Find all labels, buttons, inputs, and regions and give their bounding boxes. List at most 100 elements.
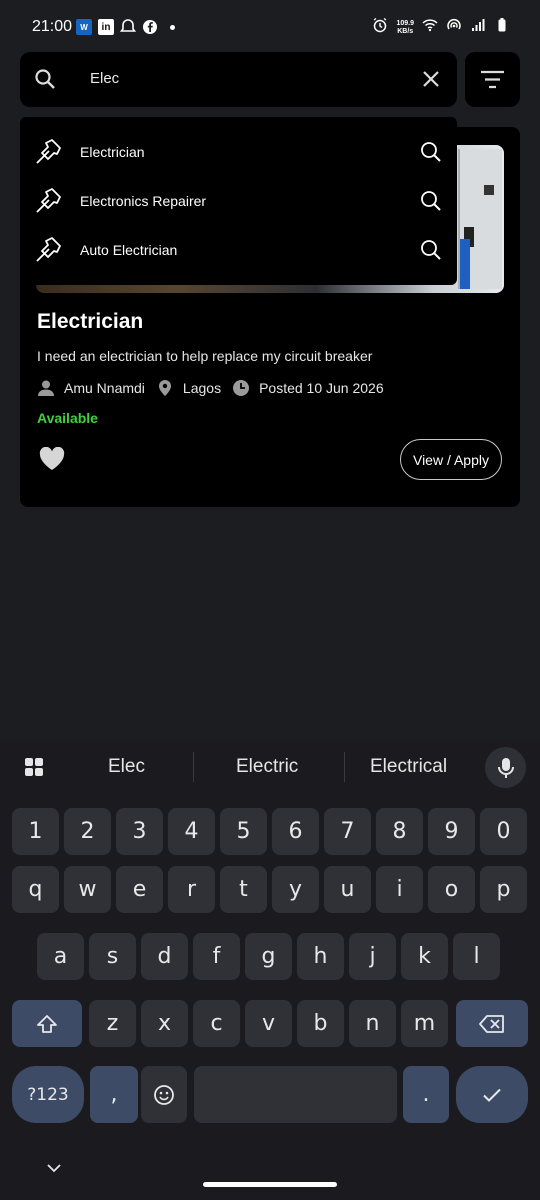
emoji-key[interactable] (141, 1066, 187, 1123)
key-l[interactable]: l (453, 933, 500, 980)
emoji-icon (154, 1084, 174, 1105)
key-d[interactable]: d (141, 933, 188, 980)
home-indicator[interactable] (203, 1182, 337, 1187)
filter-icon (481, 70, 504, 89)
person-icon (38, 380, 54, 396)
key-6[interactable]: 6 (272, 808, 319, 855)
heart-icon[interactable] (39, 447, 65, 471)
key-e[interactable]: e (116, 866, 163, 913)
symbols-key[interactable]: ?123 (12, 1066, 84, 1123)
checkmark-icon (483, 1088, 501, 1102)
key-v[interactable]: v (245, 1000, 292, 1047)
key-s[interactable]: s (89, 933, 136, 980)
search-icon[interactable] (420, 141, 442, 163)
suggestion-item[interactable]: Auto Electrician (20, 226, 457, 275)
microphone-icon (497, 757, 514, 778)
key-f[interactable]: f (193, 933, 240, 980)
key-3[interactable]: 3 (116, 808, 163, 855)
location-pin-icon (158, 380, 171, 396)
hotspot-icon (446, 17, 462, 38)
space-key[interactable] (194, 1066, 397, 1123)
key-7[interactable]: 7 (324, 808, 371, 855)
clock-icon (233, 380, 250, 396)
keyboard-suggestion-bar: Elec Electric Electrical (0, 740, 540, 794)
key-m[interactable]: m (401, 1000, 448, 1047)
key-w[interactable]: w (64, 866, 111, 913)
key-q[interactable]: q (12, 866, 59, 913)
key-g[interactable]: g (245, 933, 292, 980)
hammer-icon (36, 188, 61, 213)
key-8[interactable]: 8 (376, 808, 423, 855)
key-5[interactable]: 5 (220, 808, 267, 855)
suggestion-label: Electrician (80, 144, 145, 160)
key-j[interactable]: j (349, 933, 396, 980)
enter-key[interactable] (456, 1066, 528, 1123)
wifi-icon (422, 17, 438, 38)
linkedin-icon: in (98, 19, 114, 35)
hammer-icon (36, 237, 61, 262)
key-p[interactable]: p (480, 866, 527, 913)
key-k[interactable]: k (401, 933, 448, 980)
key-9[interactable]: 9 (428, 808, 475, 855)
job-location: Lagos (182, 380, 222, 396)
hammer-icon (36, 139, 61, 164)
close-icon[interactable] (421, 69, 441, 89)
job-description: I need an electrician to help replace my… (37, 348, 373, 364)
key-r[interactable]: r (168, 866, 215, 913)
word-suggestion[interactable]: Electrical (370, 756, 447, 778)
alarm-icon (372, 17, 388, 38)
status-time: 21:00 (32, 18, 73, 35)
key-h[interactable]: h (297, 933, 344, 980)
key-2[interactable]: 2 (64, 808, 111, 855)
search-bar[interactable]: Elec (20, 52, 457, 107)
key-z[interactable]: z (89, 1000, 136, 1047)
comma-key[interactable]: , (90, 1066, 138, 1123)
battery-icon (494, 17, 510, 38)
key-b[interactable]: b (297, 1000, 344, 1047)
suggestion-item[interactable]: Electronics Repairer (20, 177, 457, 226)
chat-bubble-icon (120, 19, 136, 35)
job-title: Electrician (37, 310, 144, 333)
shift-key[interactable] (12, 1000, 82, 1047)
key-0[interactable]: 0 (480, 808, 527, 855)
suggestion-item[interactable]: Electrician (20, 128, 457, 177)
key-a[interactable]: a (37, 933, 84, 980)
job-posted-date: Posted 10 Jun 2026 (259, 380, 384, 396)
notification-dot (170, 24, 175, 30)
job-meta: Amu Nnamdi Lagos Posted 10 Jun 2026 (37, 379, 395, 397)
search-icon[interactable] (420, 190, 442, 212)
period-key[interactable]: . (403, 1066, 449, 1123)
signal-icon (470, 17, 486, 38)
key-n[interactable]: n (349, 1000, 396, 1047)
key-t[interactable]: t (220, 866, 267, 913)
key-y[interactable]: y (272, 866, 319, 913)
key-1[interactable]: 1 (12, 808, 59, 855)
job-poster: Amu Nnamdi (64, 380, 145, 396)
voice-input-button[interactable] (485, 747, 526, 788)
network-speed: 109.9 KB/s (396, 19, 414, 35)
w-app-icon: W (76, 19, 92, 35)
status-bar: 21:00 W in 109.9 KB/s (0, 0, 540, 52)
word-suggestion[interactable]: Electric (236, 756, 298, 778)
status-badge: Available (37, 410, 98, 426)
word-suggestion[interactable]: Elec (108, 756, 145, 778)
view-apply-button[interactable]: View / Apply (400, 439, 502, 480)
filter-button[interactable] (465, 52, 520, 107)
chevron-down-icon[interactable] (46, 1160, 62, 1176)
key-u[interactable]: u (324, 866, 371, 913)
suggestion-label: Electronics Repairer (80, 193, 207, 209)
backspace-icon (479, 1014, 504, 1033)
key-o[interactable]: o (428, 866, 475, 913)
apps-grid-icon[interactable] (24, 757, 44, 777)
key-i[interactable]: i (376, 866, 423, 913)
backspace-key[interactable] (456, 1000, 528, 1047)
shift-icon (37, 1014, 57, 1033)
key-x[interactable]: x (141, 1000, 188, 1047)
key-c[interactable]: c (193, 1000, 240, 1047)
search-icon (35, 69, 55, 89)
search-input[interactable]: Elec (90, 70, 119, 87)
facebook-icon (142, 19, 158, 35)
suggestion-label: Auto Electrician (80, 242, 178, 258)
search-icon[interactable] (420, 239, 442, 261)
key-4[interactable]: 4 (168, 808, 215, 855)
